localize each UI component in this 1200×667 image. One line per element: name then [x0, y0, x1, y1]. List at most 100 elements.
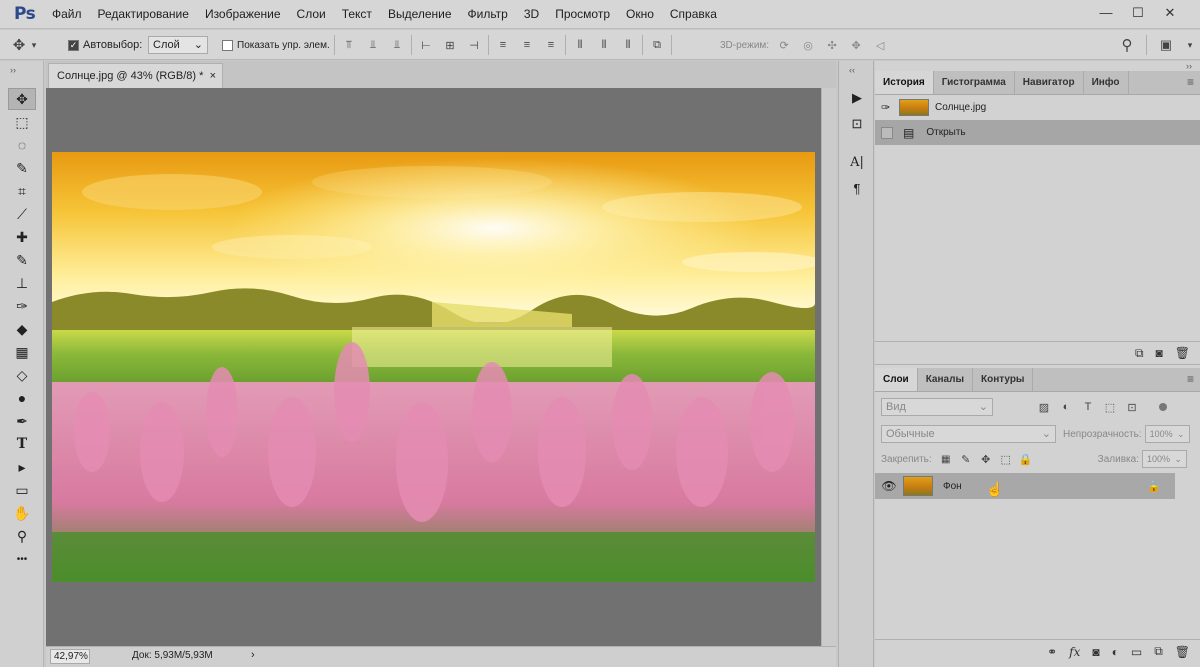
status-menu-icon[interactable]: ›	[251, 649, 255, 661]
close-tab-icon[interactable]: ×	[210, 64, 216, 88]
history-entry[interactable]: ▤ Открыть	[875, 120, 1200, 145]
lock-position-icon[interactable]: ✥	[976, 453, 996, 466]
canvas-area[interactable]	[46, 88, 821, 646]
move-tool-icon[interactable]: ✥	[10, 36, 28, 54]
search-icon[interactable]: ⚲	[1118, 36, 1136, 54]
panel-menu-icon[interactable]: ≡	[1187, 372, 1194, 386]
menu-image[interactable]: Изображение	[197, 0, 289, 29]
camera-icon[interactable]: ◙	[1156, 346, 1163, 360]
menu-select[interactable]: Выделение	[380, 0, 460, 29]
eraser-tool-icon[interactable]: ◆	[8, 318, 36, 340]
distribute-hcenter-icon[interactable]: ⦀	[594, 39, 614, 52]
lock-all-icon[interactable]: 🔒	[1016, 453, 1036, 466]
distribute-right-icon[interactable]: ⦀	[618, 39, 638, 52]
tab-history[interactable]: История	[875, 71, 934, 94]
workspace-icon[interactable]: ▣	[1157, 37, 1175, 53]
filter-adjustment-icon[interactable]: ◐	[1055, 401, 1077, 413]
gradient-tool-icon[interactable]: ▦	[8, 341, 36, 363]
paragraph-icon[interactable]: ¶	[844, 177, 870, 199]
layer-name[interactable]: Фон	[943, 481, 962, 492]
document-tab[interactable]: Солнце.jpg @ 43% (RGB/8) * ×	[48, 63, 223, 88]
autoselect-dropdown[interactable]: Слой ⌄	[148, 36, 208, 54]
tab-layers[interactable]: Слои	[875, 368, 918, 391]
tab-navigator[interactable]: Навигатор	[1015, 71, 1084, 94]
blur-tool-icon[interactable]: ◇	[8, 364, 36, 386]
quick-select-tool-icon[interactable]: ✎	[8, 157, 36, 179]
history-source-checkbox[interactable]	[881, 126, 893, 139]
tab-paths[interactable]: Контуры	[973, 368, 1034, 391]
zoom-tool-icon[interactable]: ⚲	[8, 525, 36, 547]
healing-brush-tool-icon[interactable]: ✚	[8, 226, 36, 248]
filter-toggle[interactable]	[1159, 403, 1167, 411]
canvas-scrollbar[interactable]	[821, 88, 836, 646]
adjustment-layer-icon[interactable]: ◐	[1112, 645, 1119, 659]
fill-field[interactable]: 100% ⌄	[1141, 450, 1187, 468]
properties-icon[interactable]: ⊡	[844, 113, 870, 135]
align-left-icon[interactable]: ⊢	[416, 39, 436, 52]
dodge-tool-icon[interactable]: ●	[8, 387, 36, 409]
lock-transparent-icon[interactable]: ▦	[936, 454, 956, 465]
link-layers-icon[interactable]: ⚭	[1047, 645, 1057, 659]
close-button[interactable]: ✕	[1154, 2, 1186, 24]
history-brush-tool-icon[interactable]: ✑	[8, 295, 36, 317]
crop-tool-icon[interactable]: ⌗	[8, 180, 36, 202]
actions-icon[interactable]: ▶	[844, 87, 870, 109]
menu-view[interactable]: Просмотр	[547, 0, 618, 29]
trash-icon[interactable]: 🗑	[1175, 645, 1190, 659]
filter-type-icon[interactable]: T	[1077, 401, 1099, 413]
fx-icon[interactable]: fx	[1069, 645, 1080, 659]
menu-window[interactable]: Окно	[618, 0, 662, 29]
eye-icon[interactable]: 👁	[875, 479, 903, 493]
menu-layers[interactable]: Слои	[289, 0, 334, 29]
align-top-icon[interactable]: ⫪	[339, 39, 359, 52]
distribute-top-icon[interactable]: ≡	[493, 39, 513, 51]
new-layer-icon[interactable]: ⧉	[1154, 644, 1163, 659]
menu-help[interactable]: Справка	[662, 0, 725, 29]
filter-shape-icon[interactable]: ⬚	[1099, 401, 1121, 414]
tab-histogram[interactable]: Гистограмма	[934, 71, 1015, 94]
filter-smart-object-icon[interactable]: ⊡	[1121, 401, 1143, 414]
minimize-button[interactable]: —	[1090, 2, 1122, 24]
drag-3d-icon[interactable]: ✣	[823, 39, 841, 52]
eyedropper-tool-icon[interactable]: ⟋	[8, 203, 36, 225]
distribute-bottom-icon[interactable]: ≡	[541, 39, 561, 51]
tab-info[interactable]: Инфо	[1084, 71, 1129, 94]
history-brush-source-icon[interactable]: ✑	[881, 101, 899, 114]
app-logo[interactable]: Ps	[14, 4, 36, 24]
document-image[interactable]	[52, 152, 815, 582]
distribute-left-icon[interactable]: ⦀	[570, 39, 590, 52]
auto-align-icon[interactable]: ⧉	[647, 39, 667, 52]
history-snapshot[interactable]: ✑ Солнце.jpg	[875, 95, 1200, 120]
align-vcenter-icon[interactable]: ⫫	[363, 39, 383, 52]
panel-menu-icon[interactable]: ≡	[1187, 75, 1194, 89]
shape-tool-icon[interactable]: ▭	[8, 479, 36, 501]
menu-filter[interactable]: Фильтр	[460, 0, 516, 29]
clone-stamp-tool-icon[interactable]: ⊥	[8, 272, 36, 294]
slide-3d-icon[interactable]: ✥	[847, 39, 865, 52]
character-icon[interactable]: A|	[844, 151, 870, 173]
lasso-tool-icon[interactable]: ◌	[8, 134, 36, 156]
more-tools-icon[interactable]: •••	[8, 548, 36, 570]
distribute-vcenter-icon[interactable]: ≡	[517, 39, 537, 51]
panel-collapse-icon[interactable]: ››	[875, 61, 1200, 71]
menu-edit[interactable]: Редактирование	[90, 0, 197, 29]
zoom-field[interactable]: 42,97%	[50, 649, 90, 664]
new-group-icon[interactable]: ▭	[1131, 645, 1142, 659]
pen-tool-icon[interactable]: ✒	[8, 410, 36, 432]
brush-tool-icon[interactable]: ✎	[8, 249, 36, 271]
show-controls-checkbox[interactable]	[222, 39, 233, 51]
align-hcenter-icon[interactable]: ⊞	[440, 39, 460, 52]
autoselect-checkbox[interactable]: ✓	[68, 39, 79, 51]
orbit-3d-icon[interactable]: ⟳	[775, 39, 793, 52]
path-selection-tool-icon[interactable]: ▸	[8, 456, 36, 478]
roll-3d-icon[interactable]: ◎	[799, 39, 817, 52]
chevron-down-icon[interactable]: ▾	[1185, 40, 1195, 51]
lock-artboard-icon[interactable]: ⬚	[996, 453, 1016, 466]
marquee-tool-icon[interactable]: ⬚	[8, 111, 36, 133]
filter-pixel-icon[interactable]: ▨	[1033, 401, 1055, 414]
align-right-icon[interactable]: ⊣	[464, 39, 484, 52]
menu-3d[interactable]: 3D	[516, 0, 547, 29]
layer-row[interactable]: 👁 Фон 🔒	[875, 473, 1175, 499]
tab-channels[interactable]: Каналы	[918, 368, 973, 391]
chevron-down-icon[interactable]: ▾	[28, 40, 40, 51]
